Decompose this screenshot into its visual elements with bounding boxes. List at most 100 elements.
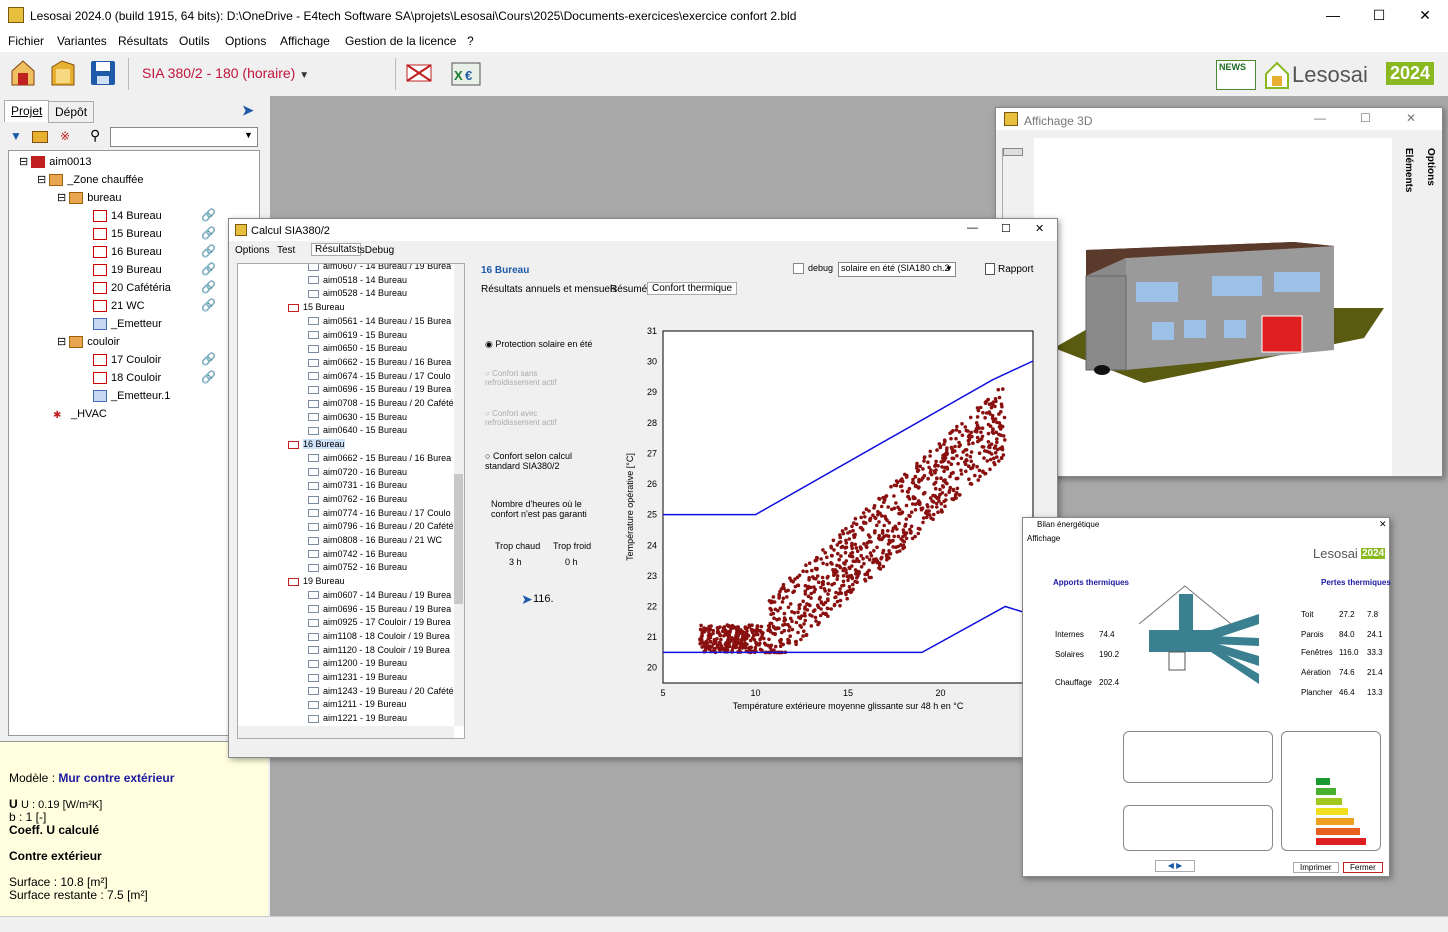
close-button[interactable]: ✕ — [1035, 222, 1044, 235]
save-icon[interactable] — [88, 57, 118, 89]
debug-checkbox[interactable] — [793, 263, 804, 274]
tab-depot[interactable]: Dépôt — [48, 101, 95, 123]
viewport-3d[interactable] — [1034, 138, 1392, 476]
calc-tree-item[interactable]: aim1211 - 19 Bureau — [308, 698, 406, 711]
calc-tree-room[interactable]: 15 Bureau — [288, 301, 345, 314]
radio-protection[interactable]: ◉ Protection solaire en été — [485, 339, 592, 350]
calc-tree-item[interactable]: aim0630 - 15 Bureau — [308, 411, 407, 424]
mode-select[interactable]: solaire en été (SIA180 ch.2 — [838, 262, 956, 277]
new-project-icon[interactable] — [8, 57, 38, 89]
calc-tree-item[interactable]: aim0518 - 14 Bureau — [308, 274, 407, 287]
calc-tree-item[interactable]: aim1120 - 18 Couloir / 19 Burea — [308, 644, 450, 657]
tree-node-room[interactable]: 15 Bureau — [93, 226, 162, 242]
print-button[interactable]: Imprimer — [1293, 862, 1339, 873]
tab-options[interactable]: Options — [235, 245, 269, 256]
calc-tree-item[interactable]: aim1231 - 19 Bureau — [308, 671, 407, 684]
tree-node-zone[interactable]: ⊟ _Zone chauffée — [37, 172, 144, 188]
maximize-button[interactable]: ☐ — [1001, 222, 1011, 235]
radio-standard[interactable]: ○ Confort selon calcul standard SIA380/2 — [485, 451, 572, 471]
menu-help[interactable]: ? — [467, 34, 474, 48]
subtab-confort[interactable]: Confort thermique — [647, 282, 738, 295]
calc-tree-item[interactable]: aim0662 - 15 Bureau / 16 Burea — [308, 452, 451, 465]
options-side-tab[interactable]: Options — [1416, 148, 1436, 228]
tree-node-room[interactable]: 16 Bureau — [93, 244, 162, 260]
thermal-bridge-icon[interactable] — [404, 57, 434, 89]
menu-licence[interactable]: Gestion de la licence — [345, 34, 456, 48]
calc-tree-item[interactable]: aim1108 - 18 Couloir / 19 Burea — [308, 630, 450, 643]
menu-fichier[interactable]: Fichier — [8, 34, 44, 48]
calc-tree-item[interactable]: aim0762 - 16 Bureau — [308, 493, 407, 506]
calc-tree-item[interactable]: aim0561 - 14 Bureau / 15 Burea — [308, 315, 451, 328]
close-bilan-button[interactable]: Fermer — [1343, 862, 1383, 873]
tab-test[interactable]: Test — [277, 245, 295, 256]
radio-sans[interactable]: ○ Confort sans refroidissement actif — [485, 369, 557, 387]
tree-node-room[interactable]: 14 Bureau — [93, 208, 162, 224]
minimize-button[interactable]: — — [1314, 111, 1326, 125]
pin-icon[interactable]: ➤ — [242, 102, 260, 120]
tree-node-room[interactable]: 21 WC — [93, 298, 145, 314]
calc-tree-item[interactable]: aim0808 - 16 Bureau / 21 WC — [308, 534, 442, 547]
elements-side-tab[interactable]: Eléments — [1394, 148, 1414, 228]
heat-icon[interactable]: ※ — [60, 129, 76, 145]
calc-tree-item[interactable]: aim0696 - 15 Bureau / 19 Burea — [308, 603, 451, 616]
calc-tree-item[interactable]: aim1243 - 19 Bureau / 20 Cafété — [308, 685, 454, 698]
maximize-button[interactable]: ☐ — [1356, 0, 1402, 31]
calc-tree-item[interactable]: aim0796 - 16 Bureau / 20 Cafété — [308, 520, 454, 533]
tab-tsdebug[interactable]: tsDebug — [357, 245, 394, 256]
calc-tree-item[interactable]: aim0640 - 15 Bureau — [308, 424, 407, 437]
calc-tree-item[interactable]: aim0925 - 17 Couloir / 19 Burea — [308, 616, 451, 629]
close-button[interactable]: ✕ — [1379, 519, 1387, 530]
open-project-icon[interactable] — [48, 57, 78, 89]
tree-node-room[interactable]: 17 Couloir — [93, 352, 161, 368]
calc-tree-item[interactable]: aim0752 - 16 Bureau — [308, 561, 407, 574]
calc-tree-item[interactable]: aim1200 - 19 Bureau — [308, 657, 407, 670]
calc-tree-item[interactable]: aim0528 - 14 Bureau — [308, 287, 407, 300]
calc-tree-item[interactable]: aim1221 - 19 Bureau — [308, 712, 407, 725]
calc-tree-item[interactable]: aim0619 - 15 Bureau — [308, 329, 407, 342]
chevron-down-icon[interactable]: ▼ — [244, 130, 253, 140]
tree-node-room[interactable]: 19 Bureau — [93, 262, 162, 278]
minimize-button[interactable]: — — [967, 222, 978, 234]
maximize-button[interactable]: ☐ — [1360, 111, 1371, 125]
calc-tree-item[interactable]: aim0742 - 16 Bureau — [308, 548, 407, 561]
calc-tree-item[interactable]: aim0774 - 16 Bureau / 17 Coulo — [308, 507, 451, 520]
tree-node-project[interactable]: ⊟ aim0013 — [19, 154, 91, 170]
zoom-slider[interactable] — [1002, 148, 1026, 228]
tree-node-hvac[interactable]: ✱ _HVAC — [53, 406, 107, 422]
menu-variantes[interactable]: Variantes — [57, 34, 107, 48]
folder-icon[interactable] — [32, 131, 48, 143]
calc-tree-room[interactable]: 16 Bureau — [288, 438, 345, 451]
vertical-scrollbar[interactable] — [454, 264, 464, 726]
calc-tree-item[interactable]: aim0607 - 14 Bureau / 19 Burea — [308, 264, 451, 273]
radio-avec[interactable]: ○ Confort avec refroidissement actif — [485, 409, 557, 427]
bilan-menu[interactable]: Affichage — [1027, 534, 1060, 543]
calc-tree-item[interactable]: aim0731 - 16 Bureau — [308, 479, 407, 492]
calc-tree-item[interactable]: aim0607 - 14 Bureau / 19 Burea — [308, 589, 451, 602]
tree-node-room[interactable]: 18 Couloir — [93, 370, 161, 386]
menu-outils[interactable]: Outils — [179, 34, 210, 48]
subtab-resume[interactable]: Résumé — [610, 284, 647, 295]
horizontal-scrollbar[interactable] — [238, 726, 454, 738]
calc-tree-item[interactable]: aim0720 - 16 Bureau — [308, 466, 407, 479]
calc-tree-item[interactable]: aim0662 - 15 Bureau / 16 Burea — [308, 356, 451, 369]
tree-search-input[interactable] — [110, 127, 258, 147]
tree-node-group[interactable]: ⊟ bureau — [57, 190, 122, 206]
tree-node-room[interactable]: 20 Cafétéria — [93, 280, 171, 296]
close-button[interactable]: ✕ — [1406, 111, 1416, 125]
calc-tree-item[interactable]: aim0674 - 15 Bureau / 17 Coulo — [308, 370, 451, 383]
calc-tree-item[interactable]: aim0708 - 15 Bureau / 20 Cafété — [308, 397, 454, 410]
calc-tree-room[interactable]: 19 Bureau — [288, 575, 345, 588]
report-button[interactable]: Rapport — [998, 264, 1034, 275]
excel-export-icon[interactable]: X € — [450, 57, 481, 89]
menu-affichage[interactable]: Affichage — [280, 34, 330, 48]
tree-node-emitter[interactable]: _Emetteur — [93, 316, 162, 332]
calc-tree-item[interactable]: aim0650 - 15 Bureau — [308, 342, 407, 355]
menu-resultats[interactable]: Résultats — [118, 34, 168, 48]
tab-resultats[interactable]: Résultats — [311, 243, 361, 256]
subtab-annual[interactable]: Résultats annuels et mensuels — [481, 284, 617, 295]
search-icon[interactable]: ⚲ — [90, 127, 100, 144]
news-icon[interactable]: NEWS — [1216, 60, 1256, 90]
menu-options[interactable]: Options — [225, 34, 266, 48]
minimize-button[interactable]: — — [1310, 0, 1356, 31]
filter-icon[interactable]: ▼ — [10, 129, 26, 145]
